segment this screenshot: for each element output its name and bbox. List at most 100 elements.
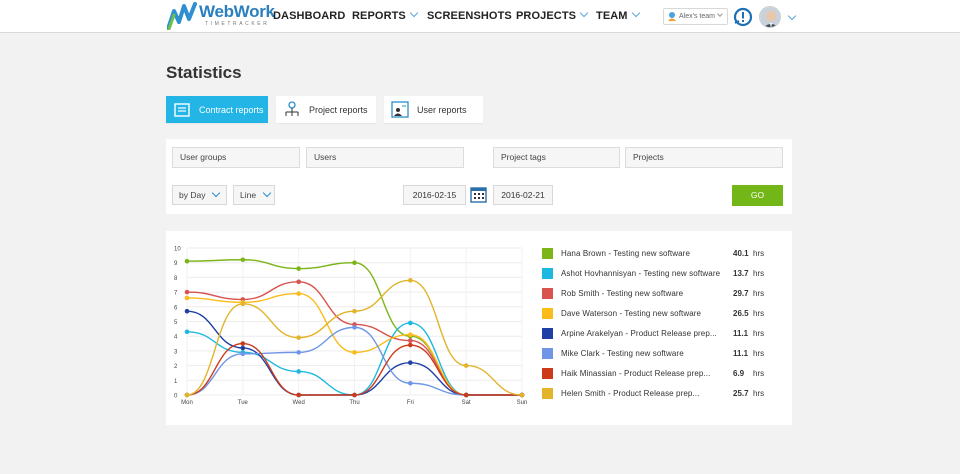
y-tick-label: 3: [174, 349, 178, 355]
webwork-logo[interactable]: WebWork TIMETRACKER: [167, 2, 275, 30]
avatar[interactable]: [759, 6, 781, 28]
x-tick-label: Tue: [238, 400, 249, 406]
data-point: [352, 260, 357, 265]
legend-series-name: Dave Waterson - Testing new software: [561, 309, 702, 318]
legend-swatch: [542, 288, 553, 299]
data-point: [184, 329, 190, 335]
contract-report-icon: [173, 101, 191, 118]
data-point: [408, 380, 413, 386]
legend-series-name: Helen Smith - Product Release prep...: [561, 389, 700, 398]
user-report-icon: [391, 101, 409, 118]
y-tick-label: 8: [174, 276, 178, 282]
data-point: [352, 308, 357, 314]
tab-user-reports-label: User reports: [417, 104, 467, 115]
data-point: [240, 351, 246, 357]
legend-unit: hrs: [753, 329, 765, 338]
data-point: [240, 301, 246, 307]
project-tags-field[interactable]: Project tags: [493, 147, 620, 168]
x-tick-label: Sun: [517, 400, 528, 406]
logo-subtitle: TIMETRACKER: [205, 21, 270, 27]
y-tick-label: 4: [174, 335, 178, 341]
legend-series-name: Arpine Arakelyan - Product Release prep.…: [561, 329, 717, 338]
legend-total: 40.1: [733, 249, 749, 258]
legend-unit: hrs: [753, 249, 765, 258]
chevron-down-icon: [717, 11, 723, 17]
nav-screenshots-label: SCREENSHOTS: [427, 10, 512, 22]
nav-dashboard[interactable]: DASHBOARD: [273, 10, 345, 22]
legend-unit: hrs: [753, 369, 765, 378]
data-point: [463, 392, 469, 398]
tab-user-reports[interactable]: User reports: [384, 96, 483, 123]
date-from-field[interactable]: 2016-02-15: [403, 185, 466, 205]
legend-total: 11.1: [733, 349, 749, 358]
x-tick-label: Fri: [407, 400, 414, 406]
data-point: [184, 289, 190, 295]
data-point: [296, 266, 301, 271]
data-point: [408, 332, 413, 338]
projects-field[interactable]: Projects: [625, 147, 783, 168]
y-tick-label: 1: [174, 379, 178, 385]
chart-panel: 0 1 2 3 4 5 6 7 8 9 10 Mon Tue Wed Thu Fri Sat Sun Hana B…: [166, 231, 792, 425]
data-point: [408, 342, 413, 348]
data-point: [296, 335, 301, 340]
chevron-down-icon: [409, 8, 419, 18]
period-select[interactable]: by Day: [172, 185, 227, 205]
data-point: [352, 350, 357, 355]
nav-team-label: TEAM: [596, 10, 628, 22]
user-avatar-icon: [760, 7, 780, 27]
project-report-icon: [283, 101, 301, 118]
tab-project-reports[interactable]: Project reports: [276, 96, 376, 123]
legend-series-name: Haik Minassian - Product Release prep...: [561, 369, 711, 378]
nav-reports[interactable]: REPORTS: [352, 8, 419, 22]
legend-unit: hrs: [753, 349, 765, 358]
legend-series-name: Rob Smith - Testing new software: [561, 289, 684, 298]
data-point: [184, 258, 190, 264]
legend-swatch: [542, 348, 553, 359]
legend-swatch: [542, 308, 553, 319]
legend-unit: hrs: [753, 389, 765, 398]
users-field[interactable]: Users: [306, 147, 464, 168]
legend-unit: hrs: [753, 269, 765, 278]
data-point: [296, 350, 301, 355]
legend-swatch: [542, 368, 553, 379]
tab-contract-reports[interactable]: Contract reports: [166, 96, 268, 123]
data-point: [296, 279, 301, 285]
legend-total: 13.7: [733, 269, 749, 278]
chart-type-select-value: Line: [240, 190, 257, 200]
data-point: [296, 392, 301, 398]
legend-swatch: [542, 268, 553, 279]
y-tick-label: 2: [174, 364, 178, 370]
chevron-down-icon[interactable]: [787, 11, 797, 21]
legend-series-name: Hana Brown - Testing new software: [561, 249, 690, 258]
data-point: [240, 345, 246, 351]
chevron-down-icon: [631, 8, 640, 18]
go-button[interactable]: GO: [732, 185, 783, 206]
y-tick-label: 9: [174, 261, 178, 267]
x-tick-label: Mon: [181, 400, 193, 406]
user-groups-field[interactable]: User groups: [172, 147, 300, 168]
data-point: [240, 257, 246, 263]
x-tick-label: Thu: [349, 400, 359, 406]
y-tick-label: 5: [174, 320, 178, 326]
data-point: [184, 308, 190, 314]
chevron-down-icon: [262, 188, 272, 198]
data-point: [184, 392, 190, 398]
chevron-down-icon: [579, 8, 589, 18]
chevron-down-icon: [212, 188, 221, 198]
nav-screenshots[interactable]: SCREENSHOTS: [427, 10, 512, 22]
legend-total: 6.9: [733, 369, 745, 378]
nav-projects[interactable]: PROJECTS: [516, 8, 589, 22]
alert-icon[interactable]: [733, 7, 753, 27]
filter-panel: User groups Users Project tags Projects …: [166, 139, 792, 214]
tab-project-reports-label: Project reports: [309, 104, 368, 115]
nav-team[interactable]: TEAM: [596, 8, 640, 22]
calendar-icon[interactable]: [470, 186, 487, 203]
data-point: [408, 320, 413, 326]
date-to-field[interactable]: 2016-02-21: [493, 185, 553, 205]
data-point: [408, 278, 413, 283]
chart-type-select[interactable]: Line: [233, 185, 275, 205]
team-selector[interactable]: Alex's team: [663, 8, 728, 25]
legend-unit: hrs: [753, 289, 765, 298]
legend-total: 29.7: [733, 289, 749, 298]
legend-swatch: [542, 328, 553, 339]
